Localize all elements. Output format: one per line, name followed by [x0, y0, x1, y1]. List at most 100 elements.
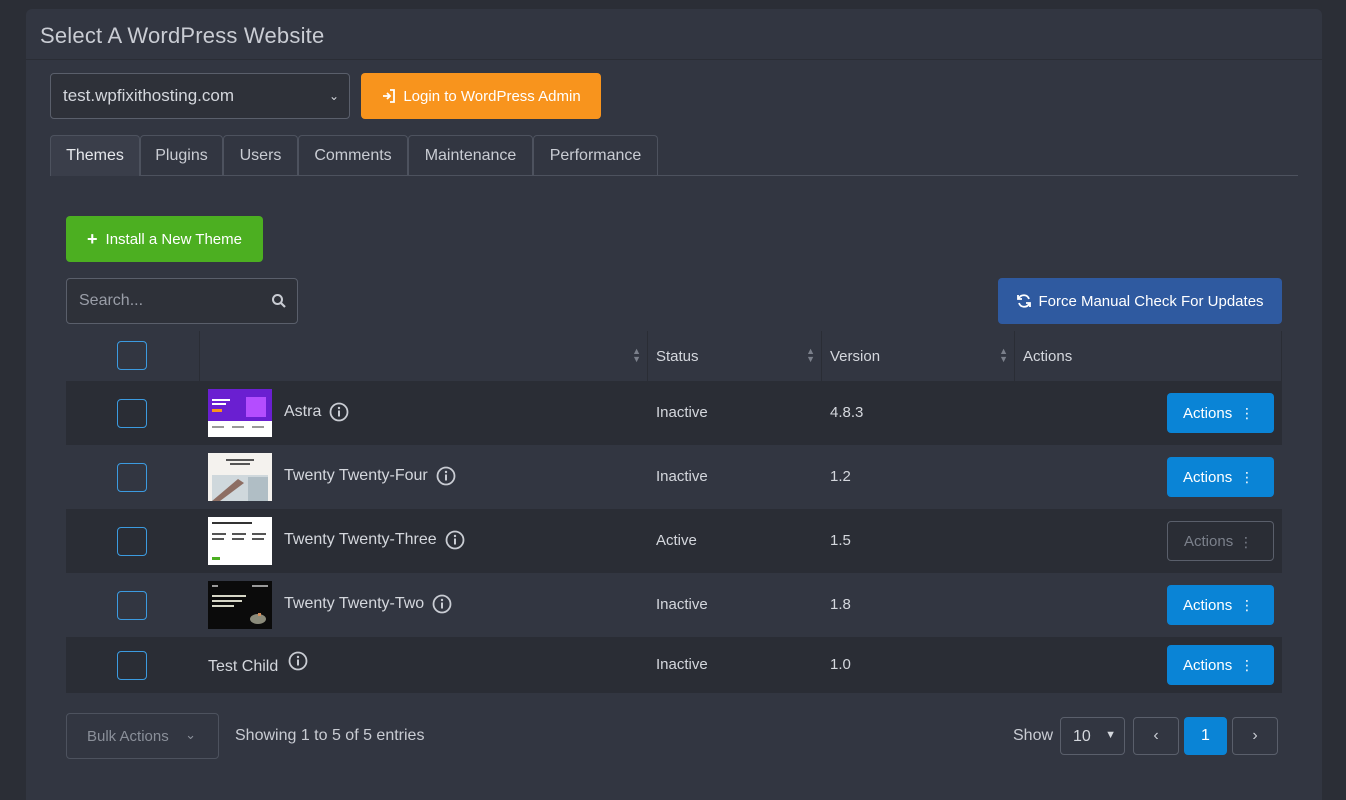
more-vertical-icon: ⋮ — [1239, 534, 1253, 550]
page-button-current[interactable]: 1 — [1184, 717, 1227, 755]
tab-performance[interactable]: Performance — [533, 135, 658, 175]
row-checkbox[interactable] — [117, 399, 147, 428]
chevron-left-icon: ‹ — [1153, 727, 1159, 744]
info-icon[interactable] — [436, 466, 456, 486]
theme-thumbnail — [208, 453, 272, 501]
chevron-right-icon: › — [1252, 727, 1258, 744]
theme-version: 1.0 — [830, 656, 851, 673]
more-vertical-icon: ⋮ — [1240, 597, 1254, 613]
table-header: ▲ ▼ Status ▲ ▼ Version ▲ ▼ Actions — [66, 331, 1282, 381]
theme-name-label: Test Child — [208, 658, 279, 675]
theme-version: 1.8 — [830, 596, 851, 613]
website-panel: Select A WordPress Website test.wpfixith… — [26, 9, 1322, 800]
entries-info: Showing 1 to 5 of 5 entries — [235, 727, 425, 744]
actions-label: Actions — [1183, 656, 1233, 674]
info-icon[interactable] — [329, 402, 349, 422]
prev-page-button[interactable]: ‹ — [1133, 717, 1179, 755]
force-update-check-label: Force Manual Check For Updates — [1038, 292, 1264, 310]
header-actions: Actions — [1015, 331, 1282, 381]
theme-name: Twenty Twenty-Two — [284, 594, 452, 614]
theme-status: Inactive — [656, 596, 708, 613]
table-row: Twenty Twenty-Four Inactive 1.2 Actions … — [66, 445, 1282, 509]
bulk-actions-select[interactable]: Bulk Actions ⌄ — [66, 713, 219, 759]
table-row: Astra Inactive 4.8.3 Actions ⋮ — [66, 381, 1282, 445]
table-row: Twenty Twenty-Two Inactive 1.8 Actions ⋮ — [66, 573, 1282, 637]
actions-label: Actions — [1183, 404, 1233, 422]
tab-users[interactable]: Users — [223, 135, 298, 175]
header-status[interactable]: Status ▲ ▼ — [648, 331, 822, 381]
row-checkbox[interactable] — [117, 463, 147, 492]
actions-button[interactable]: Actions ⋮ — [1167, 393, 1274, 433]
actions-button-disabled: Actions ⋮ — [1167, 521, 1274, 561]
select-all-checkbox[interactable] — [117, 341, 147, 370]
actions-button[interactable]: Actions ⋮ — [1167, 645, 1274, 685]
theme-name: Test Child — [208, 651, 308, 675]
login-icon — [383, 89, 396, 103]
header-actions-label: Actions — [1023, 347, 1073, 365]
theme-name: Astra — [284, 402, 349, 422]
theme-name-label: Twenty Twenty-Four — [284, 467, 428, 484]
theme-name-label: Twenty Twenty-Three — [284, 531, 437, 548]
bulk-actions-label: Bulk Actions — [87, 727, 169, 745]
theme-status: Active — [656, 532, 697, 549]
theme-version: 4.8.3 — [830, 404, 864, 421]
panel-divider — [26, 59, 1322, 60]
more-vertical-icon: ⋮ — [1240, 657, 1254, 673]
tab-themes[interactable]: Themes — [50, 135, 140, 176]
plus-icon: + — [87, 228, 98, 249]
theme-name-label: Twenty Twenty-Two — [284, 595, 425, 612]
actions-button[interactable]: Actions ⋮ — [1167, 457, 1274, 497]
website-select-value: test.wpfixithosting.com — [63, 86, 235, 105]
install-theme-button[interactable]: + Install a New Theme — [66, 216, 263, 262]
table-row: Twenty Twenty-Three Active 1.5 Actions ⋮ — [66, 509, 1282, 573]
actions-label: Actions — [1183, 468, 1233, 486]
search-input[interactable] — [67, 279, 297, 323]
table-row: Test Child Inactive 1.0 Actions ⋮ — [66, 637, 1282, 693]
chevron-down-icon: ▼ — [1105, 729, 1116, 741]
info-icon[interactable] — [288, 651, 308, 671]
website-select[interactable]: test.wpfixithosting.com ⌄ — [50, 73, 350, 119]
theme-status: Inactive — [656, 656, 708, 673]
theme-name: Twenty Twenty-Three — [284, 530, 465, 550]
header-version[interactable]: Version ▲ ▼ — [822, 331, 1015, 381]
theme-version: 1.2 — [830, 468, 851, 485]
more-vertical-icon: ⋮ — [1240, 469, 1254, 485]
chevron-down-icon: ⌄ — [185, 727, 196, 742]
theme-thumbnail — [208, 581, 272, 629]
actions-label: Actions — [1184, 532, 1234, 550]
force-update-check-button[interactable]: Force Manual Check For Updates — [998, 278, 1282, 324]
tab-maintenance[interactable]: Maintenance — [408, 135, 533, 175]
page-length-select[interactable]: 10 ▼ — [1060, 717, 1125, 755]
sort-icon: ▲ ▼ — [999, 346, 1008, 364]
search-icon — [272, 294, 286, 308]
more-vertical-icon: ⋮ — [1240, 405, 1254, 421]
install-theme-label: Install a New Theme — [105, 230, 242, 248]
info-icon[interactable] — [432, 594, 452, 614]
login-wp-admin-label: Login to WordPress Admin — [403, 87, 581, 105]
header-status-label: Status — [656, 347, 699, 365]
info-icon[interactable] — [445, 530, 465, 550]
row-checkbox[interactable] — [117, 651, 147, 680]
theme-thumbnail — [208, 517, 272, 565]
tab-comments[interactable]: Comments — [298, 135, 408, 175]
row-checkbox[interactable] — [117, 527, 147, 556]
header-name[interactable]: ▲ ▼ — [200, 331, 648, 381]
sort-icon: ▲ ▼ — [632, 346, 641, 364]
header-version-label: Version — [830, 347, 881, 365]
theme-name: Twenty Twenty-Four — [284, 466, 456, 486]
theme-name-label: Astra — [284, 403, 322, 420]
actions-button[interactable]: Actions ⋮ — [1167, 585, 1274, 625]
themes-table: ▲ ▼ Status ▲ ▼ Version ▲ ▼ Actions Astra… — [66, 331, 1282, 693]
actions-label: Actions — [1183, 596, 1233, 614]
login-wp-admin-button[interactable]: Login to WordPress Admin — [361, 73, 601, 119]
panel-title: Select A WordPress Website — [40, 23, 325, 48]
tab-plugins[interactable]: Plugins — [140, 135, 223, 175]
page-length-label: Show — [1013, 727, 1054, 744]
theme-version: 1.5 — [830, 532, 851, 549]
next-page-button[interactable]: › — [1232, 717, 1278, 755]
chevron-down-icon: ⌄ — [328, 89, 339, 103]
row-checkbox[interactable] — [117, 591, 147, 620]
theme-status: Inactive — [656, 468, 708, 485]
tab-bar: Themes Plugins Users Comments Maintenanc… — [50, 135, 1298, 176]
refresh-icon — [1017, 294, 1032, 308]
